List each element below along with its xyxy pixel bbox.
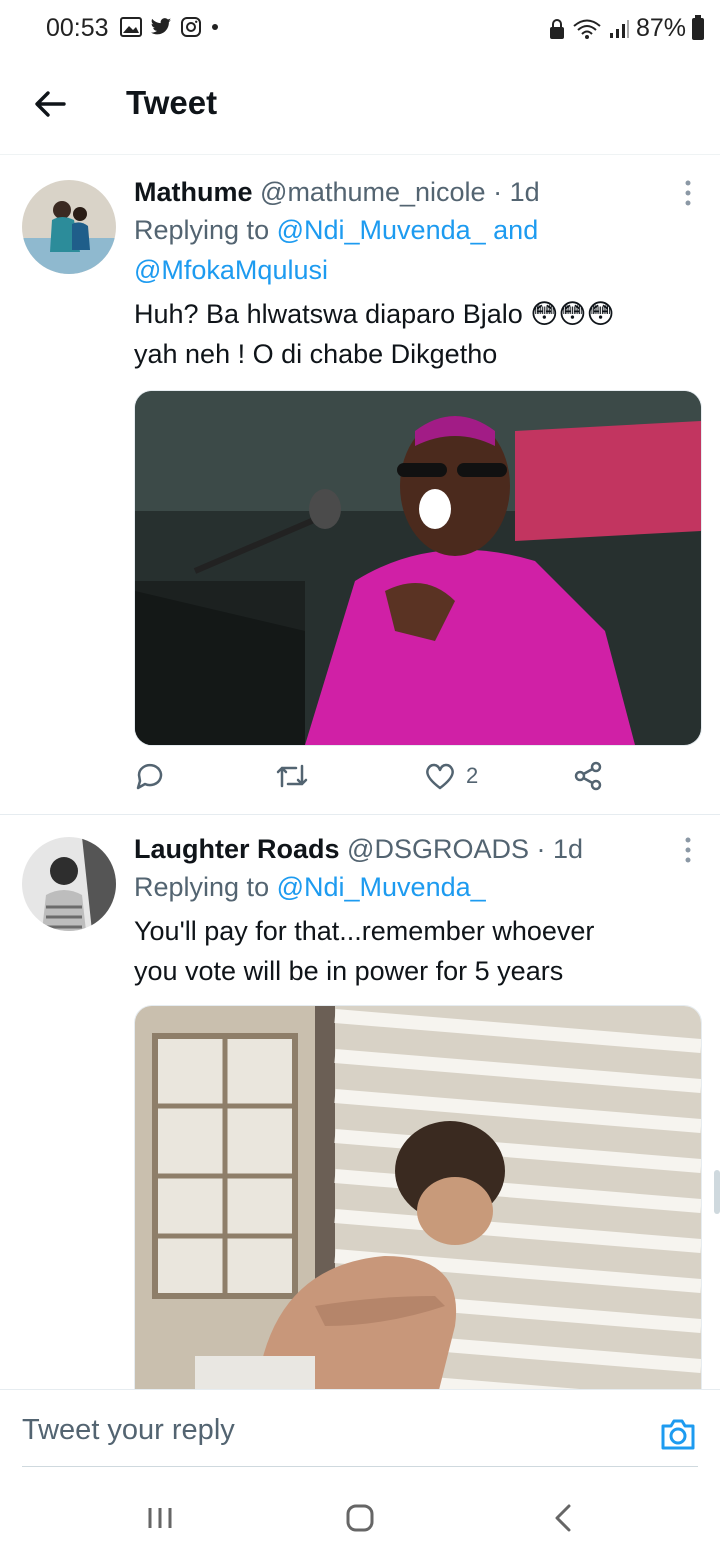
more-vertical-icon[interactable] xyxy=(684,180,692,206)
notification-icons xyxy=(120,16,220,38)
tweet-text: Huh? Ba hlwatswa diaparo Bjalo 😳😳😳 yah n… xyxy=(134,294,700,374)
author-name[interactable]: Laughter Roads xyxy=(134,834,340,864)
tweet-text-line: yah neh ! O di chabe Dikgetho xyxy=(134,339,498,369)
twitter-icon xyxy=(150,18,172,35)
tweet-image[interactable] xyxy=(134,1005,702,1407)
avatar[interactable] xyxy=(22,180,116,274)
page-title: Tweet xyxy=(126,84,218,121)
battery-percent: 87% xyxy=(635,14,686,42)
system-icons: 87% xyxy=(548,14,704,43)
mention-link[interactable]: @MfokaMqulusi xyxy=(134,255,328,285)
replying-to: Replying to @Ndi_Muvenda_ xyxy=(134,867,700,907)
system-nav-bar xyxy=(0,1470,720,1560)
reply-input[interactable]: Tweet your reply xyxy=(22,1414,235,1447)
tweet-actions: 2 xyxy=(134,760,624,800)
tweet-header: Laughter Roads @DSGROADS · 1d xyxy=(134,831,700,867)
tweet-header: Mathume @mathume_nicole · 1d xyxy=(134,174,700,210)
author-name[interactable]: Mathume xyxy=(134,177,253,207)
top-app-bar: Tweet xyxy=(0,60,720,155)
tweet-text-line: you vote will be in power for 5 years xyxy=(134,956,564,986)
like-button[interactable]: 2 xyxy=(424,760,478,792)
camera-icon[interactable] xyxy=(658,1414,698,1454)
home-icon[interactable] xyxy=(340,1498,380,1538)
author-handle[interactable]: @DSGROADS xyxy=(347,834,529,864)
heart-icon xyxy=(426,763,454,790)
divider xyxy=(22,1466,698,1467)
more-vertical-icon[interactable] xyxy=(684,837,692,863)
arrow-left-icon[interactable] xyxy=(30,84,70,124)
tweet[interactable]: Laughter Roads @DSGROADS · 1d Replying t… xyxy=(0,815,720,1407)
signal-icon xyxy=(609,19,629,38)
back-icon[interactable] xyxy=(544,1498,584,1538)
replying-prefix: Replying to xyxy=(134,215,270,245)
and-link[interactable]: and xyxy=(493,215,538,245)
retweet-button[interactable] xyxy=(274,760,310,792)
reply-icon xyxy=(136,763,163,790)
retweet-icon xyxy=(276,764,308,788)
tweet[interactable]: Mathume @mathume_nicole · 1d Replying to… xyxy=(0,158,720,815)
author-handle[interactable]: @mathume_nicole xyxy=(260,177,486,207)
instagram-icon xyxy=(181,17,201,37)
tweet-text: You'll pay for that...remember whoever y… xyxy=(134,911,700,991)
status-time: 00:53 xyxy=(46,14,109,42)
reply-button[interactable] xyxy=(134,760,166,792)
tweet-content: Laughter Roads @DSGROADS · 1d Replying t… xyxy=(134,831,700,991)
tweet-time[interactable]: 1d xyxy=(553,834,583,864)
lock-icon xyxy=(549,18,564,39)
replying-prefix: Replying to xyxy=(134,872,270,902)
replying-to: Replying to @Ndi_Muvenda_ and @MfokaMqul… xyxy=(134,210,700,290)
share-button[interactable] xyxy=(572,760,604,792)
mention-link[interactable]: @Ndi_Muvenda_ xyxy=(277,215,486,245)
battery-icon xyxy=(692,14,704,40)
tweet-text-line: You'll pay for that...remember whoever xyxy=(134,916,595,946)
tweet-image[interactable] xyxy=(134,390,702,746)
tweet-text-line: Huh? Ba hlwatswa diaparo Bjalo 😳😳😳 xyxy=(134,299,615,329)
separator: · xyxy=(536,834,546,864)
tweet-content: Mathume @mathume_nicole · 1d Replying to… xyxy=(134,174,700,374)
reply-composer: Tweet your reply xyxy=(0,1389,720,1470)
like-count: 2 xyxy=(466,763,479,788)
status-bar: 00:53 87% xyxy=(0,0,720,60)
recent-apps-icon[interactable] xyxy=(140,1498,180,1538)
dot-icon xyxy=(212,24,218,30)
avatar[interactable] xyxy=(22,837,116,931)
share-icon xyxy=(574,761,602,791)
gallery-icon xyxy=(120,17,142,37)
mention-link[interactable]: @Ndi_Muvenda_ xyxy=(277,872,486,902)
separator: · xyxy=(493,177,503,207)
tweet-time[interactable]: 1d xyxy=(510,177,540,207)
wifi-icon xyxy=(573,19,601,39)
scrollbar[interactable] xyxy=(714,1170,720,1214)
